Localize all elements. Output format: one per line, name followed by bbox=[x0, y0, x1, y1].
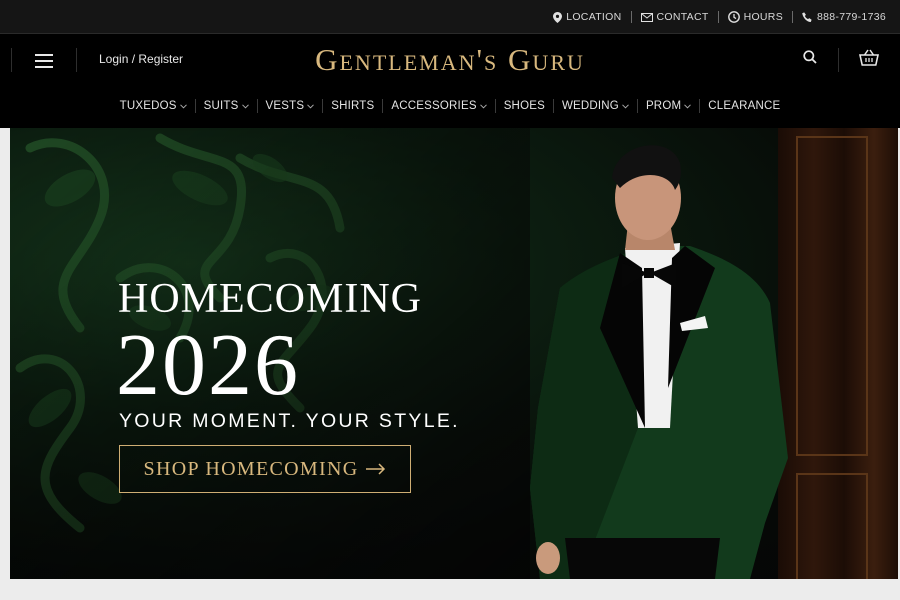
nav-label: SHIRTS bbox=[331, 100, 375, 112]
nav-item-prom[interactable]: PROM bbox=[638, 99, 701, 113]
nav-item-vests[interactable]: VESTS bbox=[258, 99, 324, 113]
wood-door-panel bbox=[778, 128, 898, 579]
arrow-right-icon bbox=[366, 463, 386, 475]
chevron-down-icon bbox=[684, 103, 692, 109]
cart-button[interactable] bbox=[859, 49, 879, 71]
logo-text[interactable]: Gentleman's Guru bbox=[315, 42, 585, 77]
nav-label: SUITS bbox=[203, 100, 239, 112]
main-header: Login / Register Gentleman's Guru TUXEDO… bbox=[0, 34, 900, 128]
top-utility-bar: LOCATION CONTACT HOURS 888-779-1736 bbox=[0, 0, 900, 34]
chevron-down-icon bbox=[307, 103, 315, 109]
search-button[interactable] bbox=[803, 50, 817, 69]
chevron-down-icon bbox=[479, 103, 487, 109]
nav-label: TUXEDOS bbox=[119, 100, 177, 112]
location-link[interactable]: LOCATION bbox=[553, 11, 621, 23]
main-navigation: TUXEDOS SUITS VESTS SHIRTS ACCESSORIES S… bbox=[0, 95, 900, 117]
nav-item-suits[interactable]: SUITS bbox=[196, 99, 258, 113]
phone-link[interactable]: 888-779-1736 bbox=[802, 11, 886, 23]
nav-item-shoes[interactable]: SHOES bbox=[496, 99, 554, 113]
site-logo: Gentleman's Guru bbox=[0, 42, 900, 78]
cart-icon bbox=[859, 49, 879, 66]
nav-item-wedding[interactable]: WEDDING bbox=[554, 99, 638, 113]
contact-label: CONTACT bbox=[656, 11, 709, 23]
contact-link[interactable]: CONTACT bbox=[640, 11, 709, 23]
nav-label: SHOES bbox=[503, 100, 545, 112]
cta-label: SHOP HOMECOMING bbox=[143, 457, 359, 480]
chevron-down-icon bbox=[179, 103, 187, 109]
nav-label: PROM bbox=[645, 100, 682, 112]
utility-links: LOCATION CONTACT HOURS 888-779-1736 bbox=[553, 0, 886, 34]
page-bottom-strip bbox=[0, 579, 900, 600]
nav-item-shirts[interactable]: SHIRTS bbox=[323, 99, 384, 113]
phone-number: 888-779-1736 bbox=[817, 11, 886, 23]
envelope-icon bbox=[640, 12, 653, 22]
divider bbox=[838, 48, 839, 72]
panel-molding bbox=[796, 473, 868, 579]
chevron-down-icon bbox=[622, 103, 629, 109]
nav-item-tuxedos[interactable]: TUXEDOS bbox=[112, 99, 196, 113]
divider bbox=[717, 11, 719, 23]
nav-label: ACCESSORIES bbox=[391, 100, 477, 112]
panel-molding bbox=[796, 136, 868, 456]
search-icon bbox=[803, 50, 817, 64]
location-pin-icon bbox=[553, 11, 563, 23]
model-in-green-velvet-tuxedo-image bbox=[530, 145, 788, 579]
chevron-down-icon bbox=[241, 103, 249, 109]
clock-icon bbox=[727, 11, 740, 23]
nav-label: CLEARANCE bbox=[708, 100, 781, 112]
nav-label: WEDDING bbox=[561, 100, 619, 112]
hero-year: 2026 bbox=[116, 317, 300, 414]
nav-label: VESTS bbox=[265, 100, 305, 112]
hero-banner: HOMECOMING 2026 YOUR MOMENT. YOUR STYLE.… bbox=[10, 128, 898, 579]
phone-icon bbox=[802, 11, 812, 22]
hero-title: HOMECOMING bbox=[118, 276, 422, 322]
location-label: LOCATION bbox=[566, 11, 622, 23]
hours-label: HOURS bbox=[743, 11, 783, 23]
hours-link[interactable]: HOURS bbox=[727, 11, 783, 23]
hero-tagline: YOUR MOMENT. YOUR STYLE. bbox=[119, 410, 460, 432]
shop-homecoming-button[interactable]: SHOP HOMECOMING bbox=[119, 445, 411, 493]
nav-item-accessories[interactable]: ACCESSORIES bbox=[383, 99, 496, 113]
nav-item-clearance[interactable]: CLEARANCE bbox=[700, 99, 788, 113]
divider bbox=[630, 11, 632, 23]
divider bbox=[792, 11, 793, 23]
